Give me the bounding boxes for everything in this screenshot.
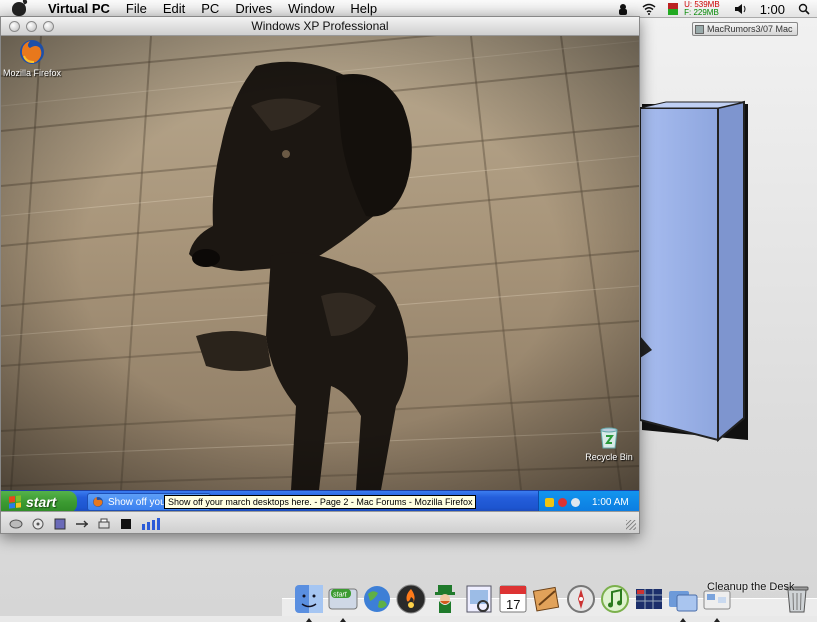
dock-sketch[interactable] [531,582,563,616]
itunes-icon [601,585,629,613]
recycle-bin-icon [600,427,618,449]
window-titlebar[interactable]: Windows XP Professional [1,17,639,36]
memory-monitor-icon[interactable] [668,3,679,15]
globe-icon [364,586,390,612]
volume-icon[interactable] [734,3,748,15]
script-menu-icon[interactable] [616,3,630,15]
dock-preview[interactable] [463,582,495,616]
safari-icon [567,585,595,613]
dock-globe[interactable] [361,582,393,616]
virtual-pc-window[interactable]: Windows XP Professional Mozilla Firefox … [0,16,640,534]
menubar-clock[interactable]: 1:00 [760,2,785,17]
cd-drive-icon[interactable] [31,517,45,529]
leprechaun-icon [435,585,455,613]
preview-icon [466,585,492,613]
window-title: Windows XP Professional [251,19,389,33]
menu-window[interactable]: Window [280,1,342,16]
sketch-icon [532,586,560,612]
firefox-icon [20,40,44,64]
windows-flag-icon [9,495,21,509]
desktop-icon-firefox[interactable]: Mozilla Firefox [1,38,67,78]
firewall-icon [396,584,426,614]
spotlight-icon[interactable] [797,3,811,15]
finder-icon [295,585,323,613]
close-button[interactable] [9,20,20,32]
menu-help[interactable]: Help [342,1,385,16]
usb-icon[interactable] [75,517,89,529]
start-button[interactable]: start [1,491,77,512]
drive-icon [695,24,704,34]
folders-icon [669,591,698,612]
svg-text:start: start [333,592,348,599]
minimize-button[interactable] [26,20,37,32]
menu-pc[interactable]: PC [193,1,227,16]
taskbar-tooltip: Show off your march desktops here. - Pag… [164,495,477,509]
resize-grip[interactable] [626,520,636,530]
xp-screen[interactable]: Mozilla Firefox Recycle Bin start Show o… [1,36,639,512]
printer-icon[interactable] [97,517,111,529]
running-indicator [680,618,686,622]
spreadsheet-icon [636,589,662,609]
dock-virtual-pc[interactable]: start [327,582,359,622]
tray-clock[interactable]: 1:00 AM [592,497,629,508]
dock-hover-label: Cleanup the Desk [707,581,795,593]
dock-leprechaun[interactable] [429,582,461,616]
running-indicator [340,618,346,622]
dock-ical[interactable]: 17 [497,582,529,616]
firefox-small-icon [93,497,103,507]
network-icon[interactable] [571,497,580,507]
memory-readout: U: 539MB F: 229MB [684,1,720,17]
mac-desktop: Virtual PC File Edit PC Drives Window He… [0,0,817,622]
running-indicator [714,618,720,622]
ical-date: 17 [506,597,520,612]
start-label: start [26,494,57,510]
activity-meter-icon [141,517,163,530]
dog-wallpaper [1,36,639,490]
dock-finder[interactable] [293,582,325,622]
desktop-volume-label[interactable]: MacRumors3/07 Mac [692,22,798,36]
desktop-icon-recycle-bin[interactable]: Recycle Bin [574,424,639,462]
dock-itunes[interactable] [599,582,631,616]
zoom-button[interactable] [43,20,54,32]
dock-safari[interactable] [565,582,597,616]
firefox-icon-label: Mozilla Firefox [2,68,61,78]
dock-spreadsheet[interactable] [633,582,665,616]
apple-menu-icon[interactable] [12,1,26,16]
recycle-bin-label: Recycle Bin [585,452,633,462]
vpc-status-bar [1,511,639,533]
security-shield-icon[interactable] [545,497,554,507]
system-tray: 1:00 AM [538,491,639,512]
desktop-blue-box [622,100,748,445]
hard-disk-icon[interactable] [9,517,23,529]
menu-drives[interactable]: Drives [227,1,280,16]
xp-start-icon: start [328,588,358,610]
running-indicator [306,618,312,622]
menu-file[interactable]: File [118,1,155,16]
screen-icon[interactable] [119,517,133,529]
menu-edit[interactable]: Edit [155,1,193,16]
volume-label-text: MacRumors3/07 Mac [707,24,793,34]
wifi-icon[interactable] [642,3,656,15]
dock-firewall[interactable] [395,582,427,616]
dock: start 17 [291,571,817,622]
memory-free: F: 229MB [684,8,719,17]
dock-folders[interactable] [667,582,699,622]
ical-icon: 17 [499,585,527,613]
alert-icon[interactable] [558,497,567,507]
menu-app-name[interactable]: Virtual PC [34,1,118,16]
floppy-icon[interactable] [53,517,67,529]
